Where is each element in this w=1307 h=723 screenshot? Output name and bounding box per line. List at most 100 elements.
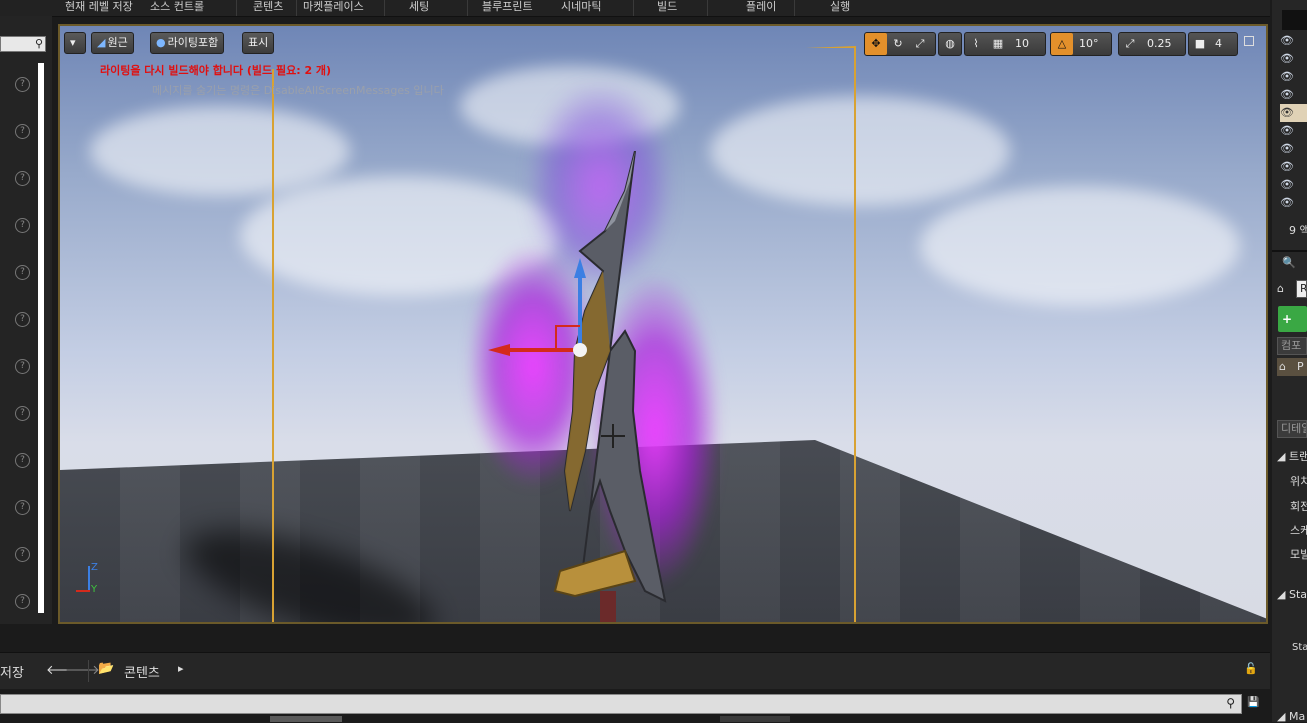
eye-icon[interactable]: 👁 — [1280, 124, 1294, 137]
eye-icon[interactable]: 👁 — [1280, 88, 1294, 101]
asset-tab[interactable] — [720, 716, 790, 722]
toolbar-play[interactable]: 플레이 — [746, 0, 776, 16]
outliner-row[interactable]: 👁 — [1280, 32, 1307, 50]
toolbar-cinematics[interactable]: 시네마틱 — [561, 0, 601, 16]
search-icon: ⚲ — [34, 37, 43, 50]
eye-icon[interactable]: 👁 — [1280, 52, 1294, 65]
lighting-label: 라이팅포함 — [167, 36, 219, 49]
help-icon[interactable]: ? — [15, 218, 30, 233]
eye-icon[interactable]: 👁 — [1280, 70, 1294, 83]
component-root-label: P — [1297, 360, 1304, 373]
modes-scrollbar[interactable] — [38, 63, 44, 613]
outliner-row[interactable]: 👁 — [1280, 50, 1307, 68]
transform-section-header[interactable]: ◢ 트랜 — [1277, 448, 1307, 464]
level-viewport[interactable]: ▾ ◢ 원근 ● 라이팅포함 표시 라이팅을 다시 빌드해야 합니다 (빌드 필요:… — [58, 24, 1268, 624]
help-icon[interactable]: ? — [15, 77, 30, 92]
save-all-button[interactable]: 저장 — [0, 662, 24, 681]
breadcrumb-chevron-icon[interactable]: ▸ — [178, 662, 184, 675]
outliner-row[interactable]: 👁 — [1280, 68, 1307, 86]
lighting-mode-button[interactable]: ● 라이팅포함 — [150, 32, 225, 54]
world-local-toggle[interactable]: ◍ — [938, 32, 962, 56]
help-icon[interactable]: ? — [15, 124, 30, 139]
breadcrumb-content[interactable]: 콘텐츠 — [124, 662, 160, 681]
outliner-row[interactable]: 👁 — [1280, 86, 1307, 104]
outliner-row[interactable]: 👁 — [1280, 122, 1307, 140]
help-icon[interactable]: ? — [15, 547, 30, 562]
selection-bounds — [272, 46, 856, 622]
viewport-options-button[interactable]: ▾ — [64, 32, 86, 54]
toolbar-separator — [236, 0, 237, 16]
rotation-snap-icon[interactable]: △ — [1051, 33, 1073, 55]
outliner-row[interactable]: 👁 — [1280, 158, 1307, 176]
eye-icon[interactable]: 👁 — [1280, 34, 1294, 47]
toolbar-source-control[interactable]: 소스 컨트롤 — [150, 0, 204, 16]
asset-search-input[interactable]: ⚲ — [0, 694, 1242, 714]
surface-snap-icon[interactable]: ⌇ — [965, 33, 987, 55]
grid-icon[interactable]: ▦ — [987, 33, 1009, 55]
show-button[interactable]: 표시 — [242, 32, 275, 54]
toolbar-settings[interactable]: 세팅 — [409, 0, 429, 16]
static-mesh-section-header[interactable]: ◢ Sta — [1277, 588, 1307, 601]
outliner-row[interactable]: 👁 — [1280, 194, 1307, 212]
toolbar-separator — [296, 0, 297, 16]
asset-strip — [0, 714, 1270, 722]
lock-icon[interactable]: 🔓 — [1244, 662, 1258, 675]
actor-name-field[interactable]: R — [1296, 280, 1307, 298]
toolbar-build[interactable]: 빌드 — [657, 0, 677, 16]
add-component-button[interactable]: + 컴 — [1278, 306, 1307, 332]
rotate-icon[interactable]: ↻ — [887, 33, 909, 55]
help-icon[interactable]: ? — [15, 500, 30, 515]
help-icon[interactable]: ? — [15, 265, 30, 280]
help-icon[interactable]: ? — [15, 171, 30, 186]
help-icon[interactable]: ? — [15, 312, 30, 327]
toolbar-blueprints[interactable]: 블루프린트 — [482, 0, 533, 16]
camera-icon: ■ — [1194, 37, 1206, 50]
component-search-input[interactable]: 컴포 — [1277, 337, 1307, 355]
scale-snap-icon[interactable]: ⤢ — [1119, 33, 1141, 55]
toolbar-marketplace[interactable]: 마켓플레이스 — [303, 0, 364, 16]
outliner-row-selected[interactable]: 👁 — [1280, 104, 1307, 122]
details-tab-icon[interactable]: 🔍 — [1282, 256, 1296, 269]
home-icon: ⌂ — [1277, 282, 1284, 295]
details-search-input[interactable]: 디테일 — [1277, 420, 1307, 438]
translate-icon[interactable]: ✥ — [865, 33, 887, 55]
scale-icon[interactable]: ⤢ — [909, 33, 931, 55]
help-icon[interactable]: ? — [15, 594, 30, 609]
save-search-icon[interactable]: 💾 — [1247, 697, 1259, 708]
help-icon[interactable]: ? — [15, 359, 30, 374]
lit-sphere-icon: ● — [156, 36, 166, 49]
help-icon[interactable]: ? — [15, 453, 30, 468]
static-mesh-label: Sta — [1288, 588, 1307, 601]
asset-tab[interactable] — [270, 716, 342, 722]
toolbar-launch[interactable]: 실행 — [830, 0, 850, 16]
toolbar-separator — [467, 0, 468, 16]
axis-z-label: Z — [91, 562, 98, 573]
eye-icon[interactable]: 👁 — [1280, 160, 1294, 173]
eye-icon[interactable]: 👁 — [1280, 142, 1294, 155]
axis-indicator: Z Y — [72, 562, 108, 602]
static-mesh-field-label: Sta — [1292, 642, 1307, 653]
help-icon[interactable]: ? — [15, 406, 30, 421]
component-row-root[interactable]: ⌂ P — [1277, 358, 1307, 376]
modes-search-input[interactable]: ⚲ — [0, 36, 46, 52]
location-label: 위치 — [1290, 475, 1307, 488]
rotation-snap-value[interactable]: 10° — [1073, 37, 1099, 50]
toolbar-content[interactable]: 콘텐츠 — [253, 0, 283, 16]
outliner-row[interactable]: 👁 — [1280, 176, 1307, 194]
forward-arrow-icon[interactable]: 🡒 — [65, 662, 100, 678]
perspective-button[interactable]: ◢ 원근 — [91, 32, 134, 54]
perspective-icon: ◢ — [97, 36, 106, 49]
eye-icon[interactable]: 👁 — [1280, 106, 1294, 119]
scale-snap-value[interactable]: 0.25 — [1141, 37, 1172, 50]
eye-icon[interactable]: 👁 — [1280, 196, 1294, 209]
outliner-row[interactable]: 👁 — [1280, 140, 1307, 158]
rotation-label: 회전 — [1290, 500, 1307, 513]
grid-snap-value[interactable]: 10 — [1009, 37, 1029, 50]
scale-snap-group: ⤢ 0.25 — [1118, 32, 1186, 56]
toolbar-save-current[interactable]: 현재 레벨 저장 — [65, 0, 133, 16]
maximize-icon[interactable] — [1244, 36, 1254, 46]
camera-speed-group[interactable]: ■ 4 — [1188, 32, 1238, 56]
materials-section-header[interactable]: ◢ Ma — [1277, 710, 1305, 723]
eye-icon[interactable]: 👁 — [1280, 178, 1294, 191]
chevron-down-icon: ▾ — [70, 36, 76, 49]
